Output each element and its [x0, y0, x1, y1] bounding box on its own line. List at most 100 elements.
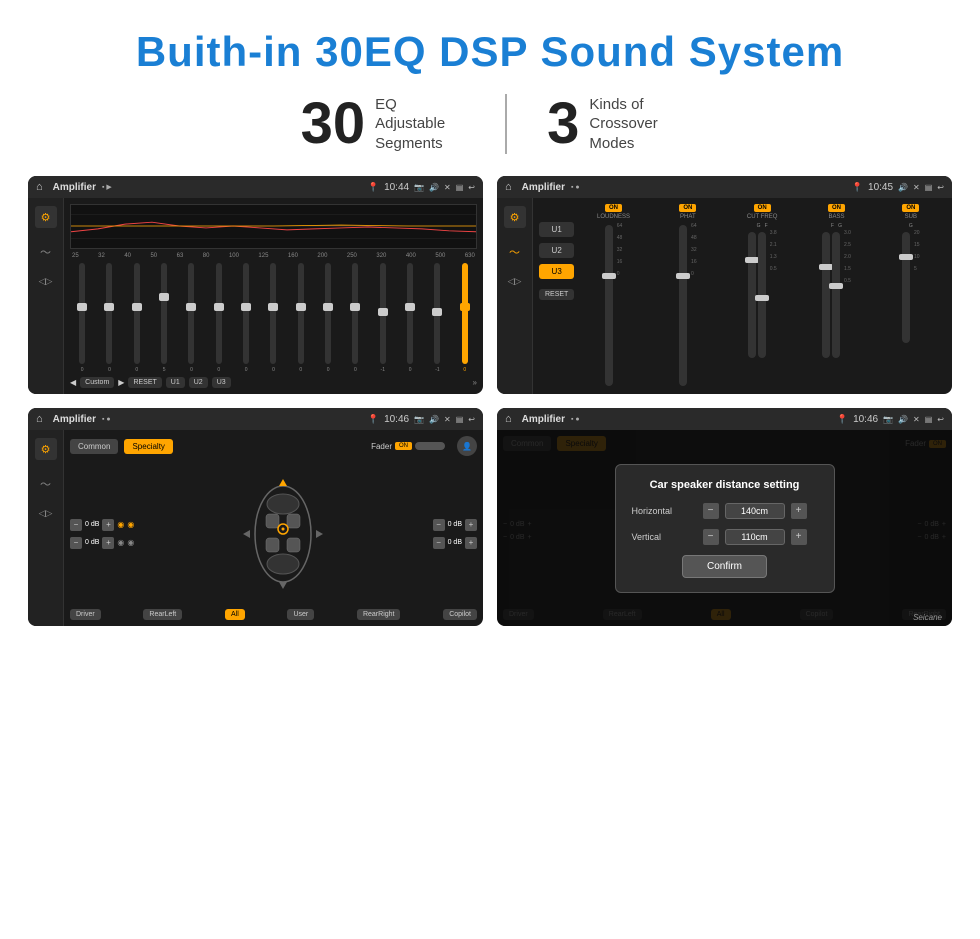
screen-eq: ⌂ Amplifier ▪ ▶ 📍 10:44 📷 🔊 ✕ ▤ ↩ ⚙ 〜 ◁▷ [28, 176, 483, 394]
crossover-stat: 3 Kinds ofCrossover Modes [507, 95, 719, 154]
fl-plus[interactable]: + [102, 519, 114, 531]
rr-minus[interactable]: − [433, 537, 445, 549]
screen-crossover: ⌂ Amplifier ▪ ● 📍 10:45 🔊 ✕ ▤ ↩ ⚙ 〜 ◁▷ U… [497, 176, 952, 394]
location-icon-2: 📍 [852, 182, 863, 193]
close-icon-2[interactable]: ✕ [913, 183, 920, 192]
speaker-layout: − 0 dB + ◉ ◉ − 0 dB + ◉ ◉ [70, 462, 477, 605]
home-icon-3[interactable]: ⌂ [36, 413, 43, 425]
eq-slider-15[interactable]: 0 [453, 263, 477, 373]
fr-minus[interactable]: − [433, 519, 445, 531]
cutfreq-slider-f[interactable] [758, 232, 766, 358]
wave-icon-3[interactable]: 〜 [40, 476, 51, 492]
back-icon-4[interactable]: ↩ [937, 415, 944, 424]
eq-slider-10[interactable]: 0 [316, 263, 340, 373]
rearleft-btn[interactable]: RearLeft [143, 609, 182, 620]
loudness-slider[interactable] [605, 225, 613, 386]
eq-slider-12[interactable]: -1 [371, 263, 395, 373]
all-btn[interactable]: All [225, 609, 245, 620]
sub-badge[interactable]: ON [902, 204, 919, 212]
sub-slider[interactable] [902, 232, 910, 343]
fader-slider[interactable] [415, 442, 445, 450]
eq-slider-4[interactable]: 5 [152, 263, 176, 373]
copilot-btn[interactable]: Copilot [443, 609, 477, 620]
specialty-mode-btn[interactable]: Specialty [124, 439, 172, 454]
phat-slider[interactable] [679, 225, 687, 386]
close-icon-4[interactable]: ✕ [913, 415, 920, 424]
car-diagram [140, 474, 426, 594]
eq-icon-2[interactable]: ⚙ [504, 206, 526, 228]
location-icon-3: 📍 [368, 414, 379, 425]
user-btn[interactable]: User [287, 609, 314, 620]
wave-icon-2[interactable]: 〜 [509, 244, 520, 260]
u2-btn[interactable]: U2 [539, 243, 574, 258]
prev-button[interactable]: ◀ [70, 378, 76, 387]
user-profile-icon[interactable]: 👤 [457, 436, 477, 456]
home-icon[interactable]: ⌂ [36, 181, 43, 193]
fr-plus[interactable]: + [465, 519, 477, 531]
common-mode-btn[interactable]: Common [70, 439, 118, 454]
back-icon-2[interactable]: ↩ [937, 183, 944, 192]
back-icon[interactable]: ↩ [468, 183, 475, 192]
screen4-topbar-icons: 📍 10:46 📷 🔊 ✕ ▤ ↩ [837, 414, 944, 425]
eq-slider-7[interactable]: 0 [234, 263, 258, 373]
page-title: Buith-in 30EQ DSP Sound System [0, 0, 980, 94]
eq-slider-3[interactable]: 0 [125, 263, 149, 373]
horizontal-minus[interactable]: − [703, 503, 719, 519]
rl-plus[interactable]: + [102, 537, 114, 549]
eq-slider-2[interactable]: 0 [97, 263, 121, 373]
eq-slider-11[interactable]: 0 [343, 263, 367, 373]
close-icon[interactable]: ✕ [444, 183, 451, 192]
loudness-badge[interactable]: ON [605, 204, 622, 212]
bass-slider-f[interactable] [822, 232, 830, 358]
u2-button[interactable]: U2 [189, 377, 208, 388]
fader-on-badge[interactable]: ON [395, 442, 412, 450]
waveform-icon[interactable]: 〜 [40, 244, 51, 260]
u1-button[interactable]: U1 [166, 377, 185, 388]
bass-slider-g[interactable] [832, 232, 840, 358]
volume-small-icon[interactable]: ◁▷ [39, 276, 53, 287]
home-icon-4[interactable]: ⌂ [505, 413, 512, 425]
u3-button[interactable]: U3 [212, 377, 231, 388]
eq-settings-icon[interactable]: ⚙ [35, 206, 57, 228]
eq-slider-8[interactable]: 0 [261, 263, 285, 373]
channel-bass: ON BASS F G 3.02.52.01.50.5 [801, 204, 871, 388]
reset-btn-2[interactable]: RESET [539, 289, 574, 300]
rl-minus[interactable]: − [70, 537, 82, 549]
rr-plus[interactable]: + [465, 537, 477, 549]
u1-btn[interactable]: U1 [539, 222, 574, 237]
home-icon-2[interactable]: ⌂ [505, 181, 512, 193]
cutfreq-badge[interactable]: ON [754, 204, 771, 212]
eq-slider-5[interactable]: 0 [179, 263, 203, 373]
eq-slider-6[interactable]: 0 [207, 263, 231, 373]
bass-badge[interactable]: ON [828, 204, 845, 212]
rearright-btn[interactable]: RearRight [357, 609, 401, 620]
back-icon-3[interactable]: ↩ [468, 415, 475, 424]
close-icon-3[interactable]: ✕ [444, 415, 451, 424]
sub-label: SUB [905, 214, 917, 220]
horizontal-plus[interactable]: + [791, 503, 807, 519]
eq-slider-13[interactable]: 0 [398, 263, 422, 373]
confirm-button[interactable]: Confirm [682, 555, 767, 578]
eq-slider-1[interactable]: 0 [70, 263, 94, 373]
next-button[interactable]: ▶ [118, 378, 124, 387]
channel-cutfreq: ON CUT FREQ G F 3.82.11.30.5 [727, 204, 797, 388]
distance-dialog: Car speaker distance setting Horizontal … [615, 464, 835, 593]
eq-slider-14[interactable]: -1 [425, 263, 449, 373]
bass-label: BASS [828, 214, 844, 220]
vertical-plus[interactable]: + [791, 529, 807, 545]
volume-icon-3: 🔊 [429, 415, 439, 424]
vertical-minus[interactable]: − [703, 529, 719, 545]
vol-icon-2[interactable]: ◁▷ [508, 276, 522, 287]
vol-icon-3[interactable]: ◁▷ [39, 508, 53, 519]
u3-btn[interactable]: U3 [539, 264, 574, 279]
phat-badge[interactable]: ON [679, 204, 696, 212]
reset-button[interactable]: RESET [128, 377, 161, 388]
eq-icon-3[interactable]: ⚙ [35, 438, 57, 460]
screen2-main: U1 U2 U3 RESET ON LOUDNESS 644832160 [533, 198, 952, 394]
eq-slider-9[interactable]: 0 [289, 263, 313, 373]
fl-minus[interactable]: − [70, 519, 82, 531]
driver-btn[interactable]: Driver [70, 609, 101, 620]
custom-preset[interactable]: Custom [80, 377, 114, 388]
expand-icon[interactable]: » [473, 378, 477, 387]
layout-icon-2: ▤ [925, 183, 933, 192]
